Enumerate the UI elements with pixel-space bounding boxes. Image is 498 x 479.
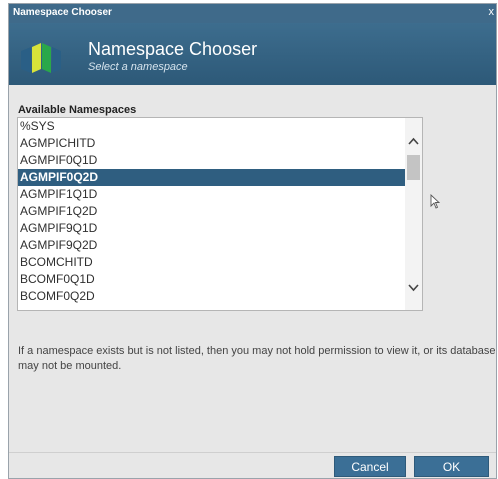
namespace-listbox[interactable]: %SYS AGMPICHITD AGMPIF0Q1D AGMPIF0Q2D AGMPIF… bbox=[17, 117, 423, 311]
namespace-chooser-dialog: Namespace Chooser x Namespace Chooser Se… bbox=[8, 3, 497, 479]
list-item[interactable]: BCOMCHITD bbox=[18, 254, 407, 271]
banner-subheading: Select a namespace bbox=[88, 61, 188, 73]
ok-button[interactable]: OK bbox=[414, 456, 489, 477]
header-banner: Namespace Chooser Select a namespace bbox=[9, 23, 496, 85]
banner-heading: Namespace Chooser bbox=[88, 39, 258, 59]
namespace-logo-icon bbox=[21, 43, 61, 73]
namespace-list: %SYS AGMPICHITD AGMPIF0Q1D AGMPIF0Q2D AGMPIF… bbox=[18, 118, 407, 305]
chevron-up-icon[interactable] bbox=[408, 137, 419, 145]
list-item[interactable]: %SYS bbox=[18, 118, 407, 135]
chevron-down-icon[interactable] bbox=[408, 284, 419, 292]
list-item[interactable]: AGMPIF1Q2D bbox=[18, 203, 407, 220]
list-item[interactable]: AGMPIF9Q2D bbox=[18, 237, 407, 254]
list-item[interactable]: AGMPICHITD bbox=[18, 135, 407, 152]
list-item[interactable]: BCOMF0Q2D bbox=[18, 288, 407, 305]
window-title: Namespace Chooser bbox=[13, 7, 112, 18]
list-item[interactable]: AGMPIF0Q1D bbox=[18, 152, 407, 169]
list-item[interactable]: AGMPIF1Q1D bbox=[18, 186, 407, 203]
footer-divider bbox=[9, 452, 496, 453]
list-item[interactable]: AGMPIF9Q1D bbox=[18, 220, 407, 237]
list-scrollbar[interactable] bbox=[405, 118, 422, 310]
scrollbar-thumb[interactable] bbox=[407, 155, 420, 180]
namespace-info-text: If a namespace exists but is not listed,… bbox=[18, 345, 496, 372]
title-bar: Namespace Chooser x bbox=[9, 4, 496, 23]
list-item[interactable]: AGMPIF0Q2D bbox=[18, 169, 407, 186]
cancel-button[interactable]: Cancel bbox=[334, 456, 406, 477]
mouse-pointer-icon bbox=[430, 194, 440, 209]
available-namespaces-label: Available Namespaces bbox=[18, 104, 137, 116]
close-icon[interactable]: x bbox=[489, 6, 495, 18]
list-item[interactable]: BCOMF0Q1D bbox=[18, 271, 407, 288]
